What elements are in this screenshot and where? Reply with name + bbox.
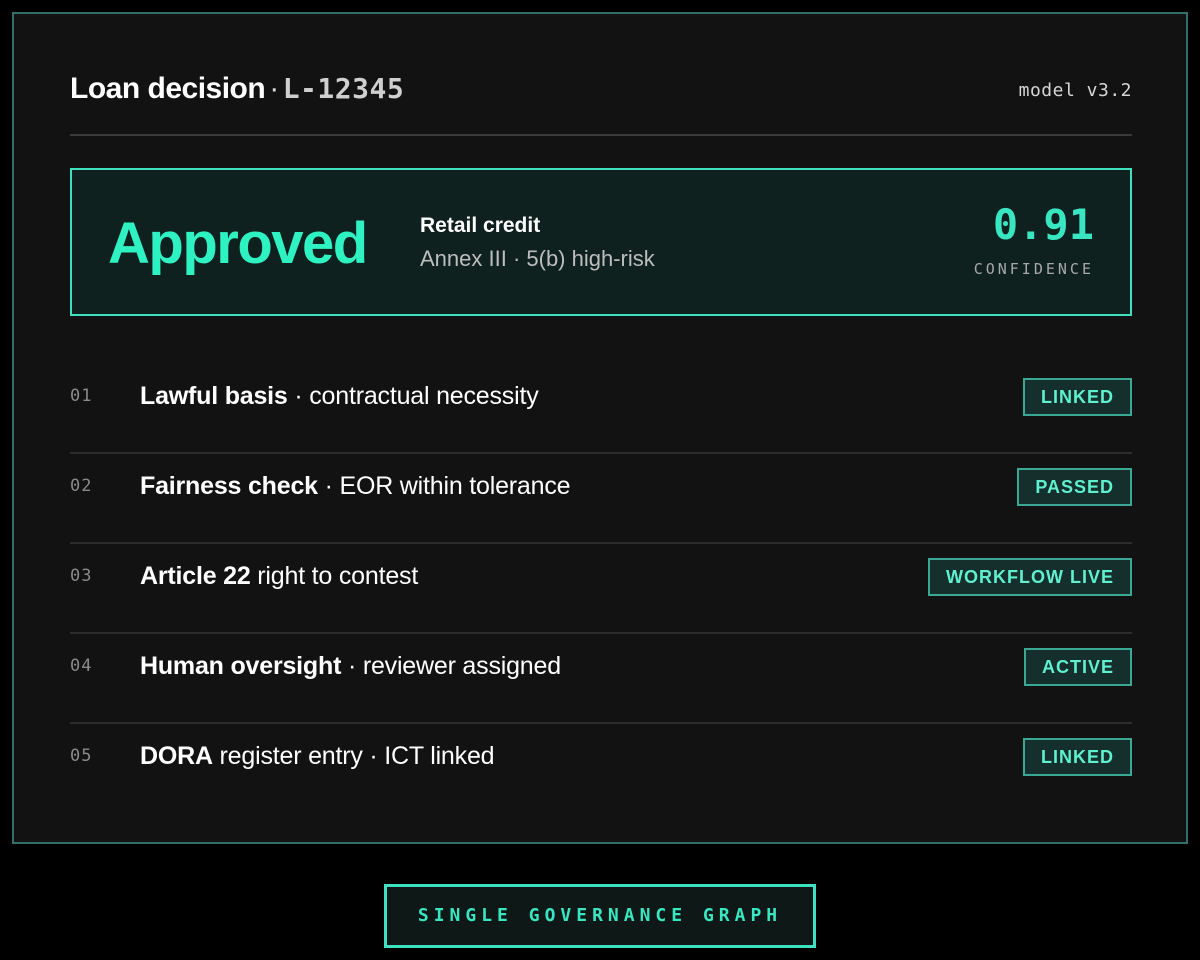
decision-panel: Loan decision · L-12345 model v3.2 Approve… — [12, 12, 1188, 844]
item-number: 05 — [70, 746, 93, 766]
decision-classification: Retail credit — [420, 214, 541, 237]
item-number: 02 — [70, 476, 93, 496]
list-item: 03 Article 22 right to contest WORKFLOW … — [70, 544, 1132, 634]
page-title: Loan decision · L-12345 — [70, 72, 404, 106]
item-number: 01 — [70, 386, 93, 406]
item-title: Lawful basis — [140, 382, 288, 410]
item-detail: register entry · ICT linked — [212, 742, 495, 770]
item-detail: · reviewer assigned — [341, 652, 561, 680]
item-title: Fairness check — [140, 472, 318, 500]
status-badge: ACTIVE — [1023, 648, 1132, 686]
decision-annex: Annex III · 5(b) high-risk — [420, 246, 655, 271]
confidence-score: 0.91 — [992, 200, 1094, 249]
item-title: Article 22 — [140, 562, 251, 590]
item-text: Human oversight · reviewer assigned — [140, 652, 561, 681]
governance-graph-tag: SINGLE GOVERNANCE GRAPH — [384, 884, 816, 948]
item-title: DORA — [140, 742, 213, 770]
loan-id: L-12345 — [282, 72, 405, 105]
list-item: 04 Human oversight · reviewer assigned A… — [70, 634, 1132, 724]
item-detail: right to contest — [250, 562, 419, 590]
item-number: 04 — [70, 656, 93, 676]
item-number: 03 — [70, 566, 93, 586]
status-badge: LINKED — [1023, 378, 1132, 416]
list-item: 01 Lawful basis · contractual necessity … — [70, 364, 1132, 454]
list-item: 02 Fairness check · EOR within tolerance… — [70, 454, 1132, 544]
governance-checklist: 01 Lawful basis · contractual necessity … — [70, 364, 1132, 814]
model-version: model v3.2 — [1018, 80, 1132, 101]
item-detail: · EOR within tolerance — [317, 472, 571, 500]
item-detail: · contractual necessity — [287, 382, 539, 410]
item-title: Human oversight — [140, 652, 342, 680]
panel-header: Loan decision · L-12345 model v3.2 — [70, 68, 1132, 108]
list-item: 05 DORA register entry · ICT linked LINK… — [70, 724, 1132, 814]
title-separator: · — [269, 72, 279, 105]
confidence-label: CONFIDENCE — [973, 260, 1094, 278]
item-text: Fairness check · EOR within tolerance — [140, 472, 571, 501]
item-text: Article 22 right to contest — [140, 562, 418, 591]
decision-card: Approved Retail credit Annex III · 5(b) … — [70, 168, 1132, 316]
item-text: Lawful basis · contractual necessity — [140, 382, 539, 411]
status-badge: PASSED — [1017, 468, 1132, 506]
title-label: Loan decision — [70, 72, 266, 105]
decision-status: Approved — [108, 211, 368, 276]
status-badge: WORKFLOW LIVE — [928, 558, 1132, 596]
item-text: DORA register entry · ICT linked — [140, 742, 495, 771]
status-badge: LINKED — [1023, 738, 1132, 776]
header-divider — [70, 134, 1132, 136]
